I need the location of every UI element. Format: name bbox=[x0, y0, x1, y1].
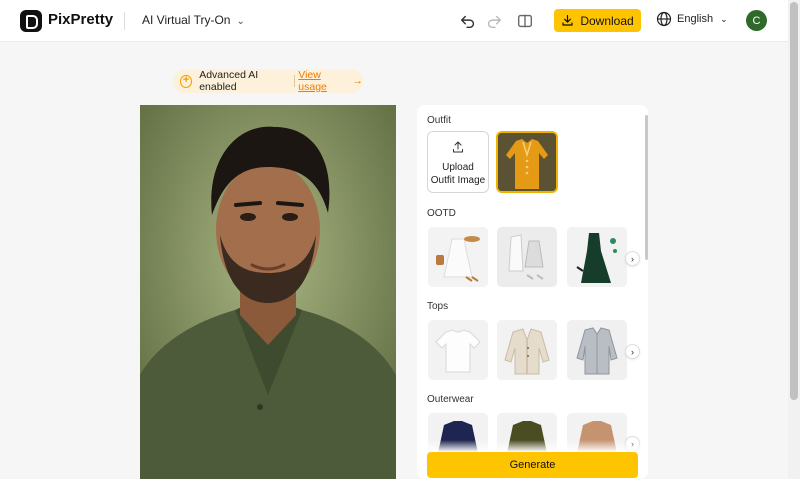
brand-name[interactable]: PixPretty bbox=[48, 11, 113, 28]
selected-outfit-thumbnail[interactable] bbox=[496, 131, 558, 193]
chevron-right-icon: › bbox=[631, 253, 634, 264]
model-portrait-illustration bbox=[140, 105, 396, 479]
avatar[interactable]: C bbox=[746, 10, 767, 31]
orange-kurta-image bbox=[498, 133, 556, 191]
arrow-right-icon: → bbox=[352, 75, 364, 87]
tops-item-grey-shirt[interactable] bbox=[567, 320, 627, 380]
green-gown-image bbox=[567, 227, 627, 287]
banner-divider bbox=[294, 75, 296, 87]
tool-selector[interactable]: AI Virtual Try-On ⌄ bbox=[142, 13, 245, 27]
undo-button[interactable] bbox=[458, 11, 478, 31]
tops-item-white-tshirt[interactable] bbox=[428, 320, 488, 380]
upload-label-line1: Upload bbox=[442, 162, 474, 173]
language-label: English bbox=[677, 13, 714, 25]
download-label: Download bbox=[580, 13, 634, 28]
view-usage-link[interactable]: View usage bbox=[298, 69, 348, 93]
language-selector[interactable]: English ⌄ bbox=[656, 11, 728, 27]
header-divider bbox=[124, 12, 125, 30]
cream-cardigan-image bbox=[497, 320, 557, 380]
outfit-section-title: Outfit bbox=[427, 115, 451, 126]
model-photo bbox=[140, 105, 396, 479]
pixpretty-logo-icon[interactable] bbox=[20, 10, 42, 32]
outerwear-section-title: Outerwear bbox=[427, 394, 474, 405]
redo-button[interactable] bbox=[484, 11, 504, 31]
compare-button[interactable] bbox=[515, 11, 535, 31]
white-tshirt-image bbox=[428, 320, 488, 380]
compare-icon bbox=[518, 14, 532, 28]
download-button[interactable]: Download bbox=[554, 9, 641, 32]
tops-next-button[interactable]: › bbox=[625, 344, 640, 359]
upload-icon bbox=[453, 141, 463, 153]
ai-status-text: Advanced AI enabled bbox=[199, 69, 259, 93]
top-header: PixPretty AI Virtual Try-On ⌄ Download En… bbox=[0, 0, 788, 42]
generate-button[interactable]: Generate bbox=[427, 452, 638, 478]
page-scrollbar-thumb[interactable] bbox=[790, 2, 798, 400]
globe-icon bbox=[656, 11, 672, 27]
white-dress-image bbox=[428, 227, 488, 287]
chevron-down-icon: ⌄ bbox=[720, 13, 728, 24]
undo-icon bbox=[460, 15, 475, 29]
white-coat-image bbox=[497, 227, 557, 287]
ootd-section-title: OOTD bbox=[427, 208, 456, 219]
advanced-ai-banner: + Advanced AI enabled View usage → bbox=[173, 69, 363, 93]
ootd-item-green-gown[interactable] bbox=[567, 227, 627, 287]
redo-icon bbox=[487, 15, 502, 29]
chevron-down-icon: ⌄ bbox=[236, 16, 245, 27]
chevron-right-icon: › bbox=[631, 346, 634, 357]
ootd-item-white-dress[interactable] bbox=[428, 227, 488, 287]
download-icon bbox=[562, 15, 573, 26]
upload-outfit-button[interactable]: Upload Outfit Image bbox=[427, 131, 489, 193]
tool-selector-label: AI Virtual Try-On bbox=[142, 13, 231, 27]
tops-item-cream-cardigan[interactable] bbox=[497, 320, 557, 380]
plus-icon: + bbox=[180, 74, 193, 88]
ootd-next-button[interactable]: › bbox=[625, 251, 640, 266]
upload-label-line2: Outfit Image bbox=[430, 175, 486, 186]
panel-scrollbar[interactable] bbox=[645, 115, 648, 260]
panel-fade bbox=[417, 440, 648, 452]
tops-section-title: Tops bbox=[427, 301, 449, 312]
page-scrollbar[interactable] bbox=[788, 0, 800, 479]
grey-shirt-image bbox=[567, 320, 627, 380]
ootd-item-white-coat[interactable] bbox=[497, 227, 557, 287]
